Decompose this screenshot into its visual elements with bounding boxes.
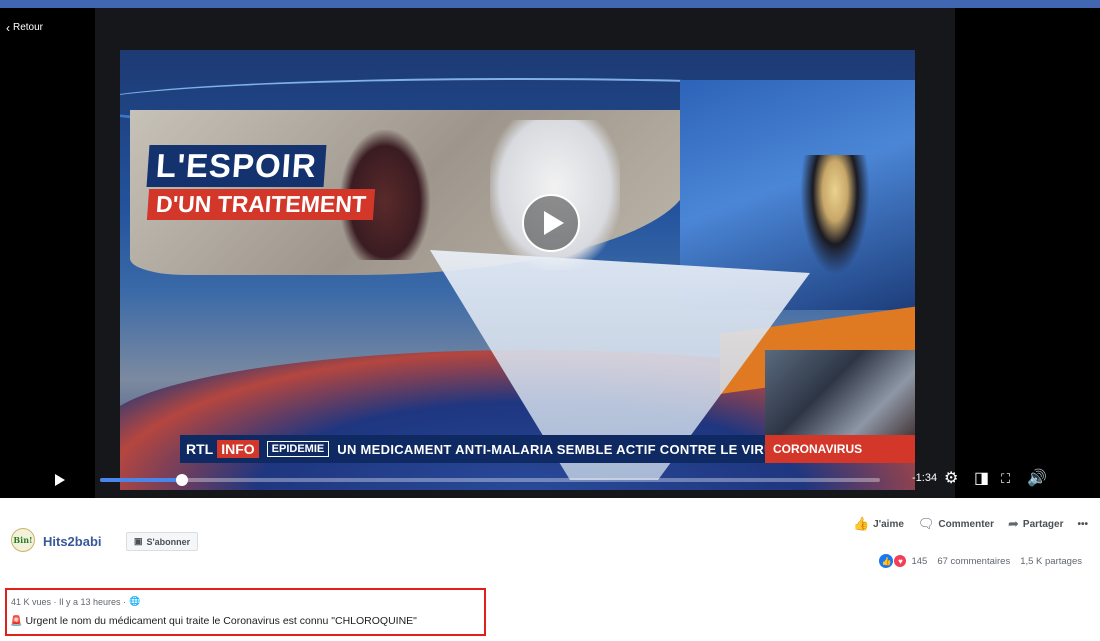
shares-count-link[interactable]: 1,5 K partages: [1020, 556, 1082, 567]
highlighted-caption-box: 41 K vues · Il y a 13 heures · 🌐 🚨 Urgen…: [5, 588, 486, 636]
fullscreen-icon[interactable]: ⛶: [1001, 470, 1010, 488]
headline-line2: D'UN TRAITEMENT: [146, 189, 375, 220]
post-actions: 👍 J'aime 🗨 Commenter ➦ Partager •••: [853, 516, 1088, 532]
play-icon: [543, 211, 564, 235]
share-label: Partager: [1022, 518, 1064, 530]
follow-button[interactable]: ▣ S'abonner: [126, 532, 199, 551]
volume-icon[interactable]: 🔊: [1027, 470, 1047, 488]
inset-crowd-image: [765, 350, 915, 445]
share-button[interactable]: ➦ Partager: [1008, 516, 1063, 532]
comment-bubble-icon: 🗨: [917, 516, 935, 531]
time-remaining: -1:34: [912, 472, 938, 484]
player-controls: -1:34 ⚙ ◨ ⛶ 🔊: [0, 463, 1100, 498]
progress-bar[interactable]: [100, 474, 880, 486]
comments-count-link[interactable]: 67 commentaires: [937, 556, 1010, 567]
page-name-link[interactable]: Hits2babi: [43, 534, 102, 549]
caption-text: Urgent le nom du médicament qui traite l…: [25, 615, 417, 627]
follow-label: S'abonner: [146, 536, 191, 547]
reactions-summary[interactable]: 👍 ♥ 145: [879, 554, 927, 568]
like-button[interactable]: 👍 J'aime: [853, 516, 904, 532]
news-ticker: RTL INFO EPIDEMIE UN MEDICAMENT ANTI-MAL…: [180, 435, 915, 463]
siren-icon: 🚨: [10, 615, 23, 627]
picture-in-picture-icon[interactable]: ◨: [974, 470, 989, 488]
love-reaction-icon: ♥: [893, 554, 908, 568]
comment-label: Commenter: [938, 518, 994, 530]
follow-icon: ▣: [134, 536, 143, 546]
page-avatar[interactable]: Bin!: [11, 528, 35, 552]
play-control-icon[interactable]: [55, 474, 65, 486]
reaction-count: 145: [911, 555, 928, 567]
post-section: Bin! Hits2babi ▣ S'abonner 👍 J'aime 🗨 Co…: [0, 498, 1100, 641]
post-meta-text: 41 K vues · Il y a 13 heures ·: [11, 596, 127, 607]
ticker-brand: RTL: [186, 441, 214, 457]
tv-frame: L'ESPOIR D'UN TRAITEMENT RTL INFO EPIDEM…: [95, 8, 955, 498]
thumbs-up-icon: 👍: [852, 516, 870, 531]
post-stats: 👍 ♥ 145 67 commentaires 1,5 K partages: [879, 554, 1082, 568]
post-caption: 🚨 Urgent le nom du médicament qui traite…: [10, 615, 417, 627]
more-options-button[interactable]: •••: [1077, 519, 1088, 530]
chevron-left-icon: ‹: [6, 20, 10, 35]
video-player[interactable]: ‹ Retour L'ESPOIR D'UN TRAITEMENT RTL IN…: [0, 8, 1100, 498]
comment-button[interactable]: 🗨 Commenter: [918, 516, 994, 532]
video-frame: L'ESPOIR D'UN TRAITEMENT RTL INFO EPIDEM…: [120, 50, 915, 490]
share-arrow-icon: ➦: [1008, 516, 1019, 531]
ticker-corner-label: CORONAVIRUS: [765, 435, 915, 463]
progress-fill: [100, 478, 182, 482]
ticker-tag: EPIDEMIE: [266, 441, 330, 457]
globe-icon: 🌐: [129, 596, 141, 606]
like-reaction-icon: 👍: [879, 554, 894, 568]
news-anchor: [800, 155, 870, 275]
progress-handle[interactable]: [175, 474, 188, 486]
back-button[interactable]: ‹ Retour: [6, 20, 44, 35]
ticker-text: UN MEDICAMENT ANTI-MALARIA SEMBLE ACTIF …: [337, 441, 783, 457]
settings-gear-icon[interactable]: ⚙: [944, 470, 958, 488]
like-label: J'aime: [873, 518, 904, 530]
play-button[interactable]: [522, 194, 580, 252]
video-headline: L'ESPOIR D'UN TRAITEMENT: [146, 145, 375, 220]
headline-line1: L'ESPOIR: [146, 145, 327, 187]
ticker-brand-info: INFO: [217, 440, 259, 458]
post-meta: 41 K vues · Il y a 13 heures · 🌐: [11, 596, 140, 607]
page-logo-text: Bin!: [13, 535, 33, 545]
top-bar: [0, 0, 1100, 8]
back-label: Retour: [13, 22, 44, 33]
